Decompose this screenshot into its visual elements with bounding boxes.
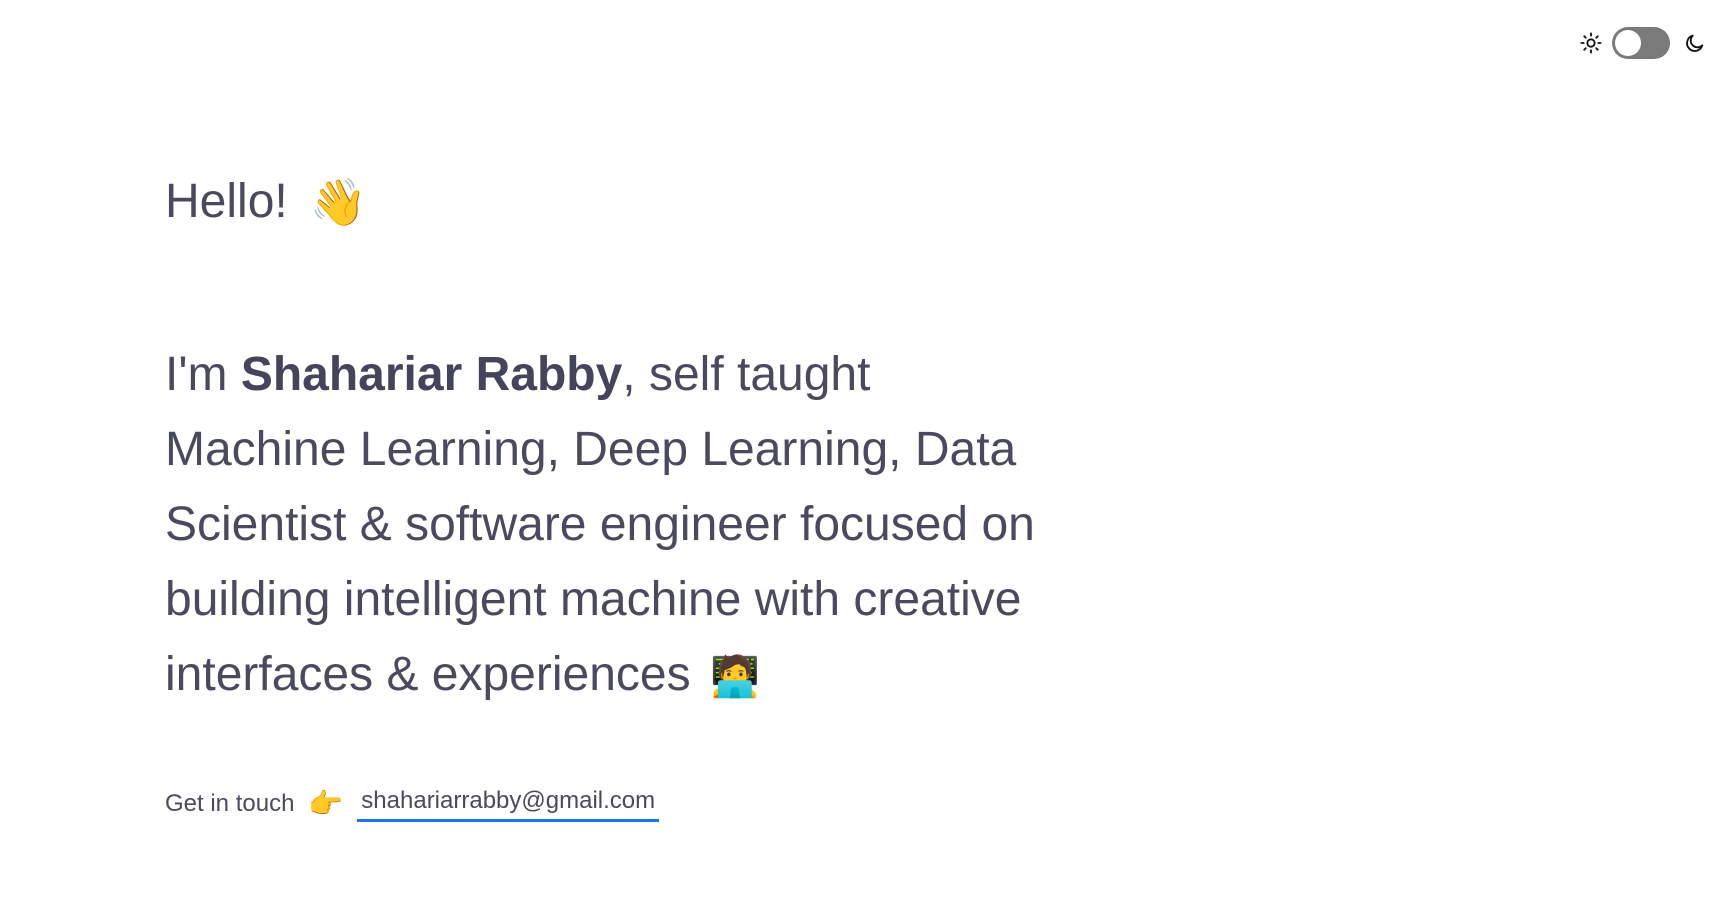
hero-section: Hello! 👋 I'm Shahariar Rabby, self taugh… <box>165 172 1065 822</box>
greeting-text: Hello! <box>165 175 288 228</box>
dark-mode-switch[interactable] <box>1612 27 1670 59</box>
author-name: Shahariar Rabby <box>240 348 623 401</box>
intro-paragraph: I'm Shahariar Rabby, self taught Machine… <box>165 337 1045 715</box>
intro-prefix: I'm <box>165 348 241 401</box>
switch-knob[interactable] <box>1615 30 1641 56</box>
sun-icon <box>1578 30 1604 56</box>
greeting-heading: Hello! 👋 <box>165 172 1065 232</box>
contact-row: Get in touch 👉 shahariarrabby@gmail.com <box>165 785 1065 822</box>
email-link[interactable]: shahariarrabby@gmail.com <box>357 785 660 822</box>
theme-toggle[interactable] <box>1578 27 1708 59</box>
technologist-icon: 🧑‍💻 <box>709 655 760 699</box>
contact-label: Get in touch <box>165 789 295 817</box>
waving-hand-icon: 👋 <box>309 176 367 228</box>
moon-icon <box>1682 30 1708 56</box>
pointing-right-icon: 👉 <box>308 787 344 819</box>
